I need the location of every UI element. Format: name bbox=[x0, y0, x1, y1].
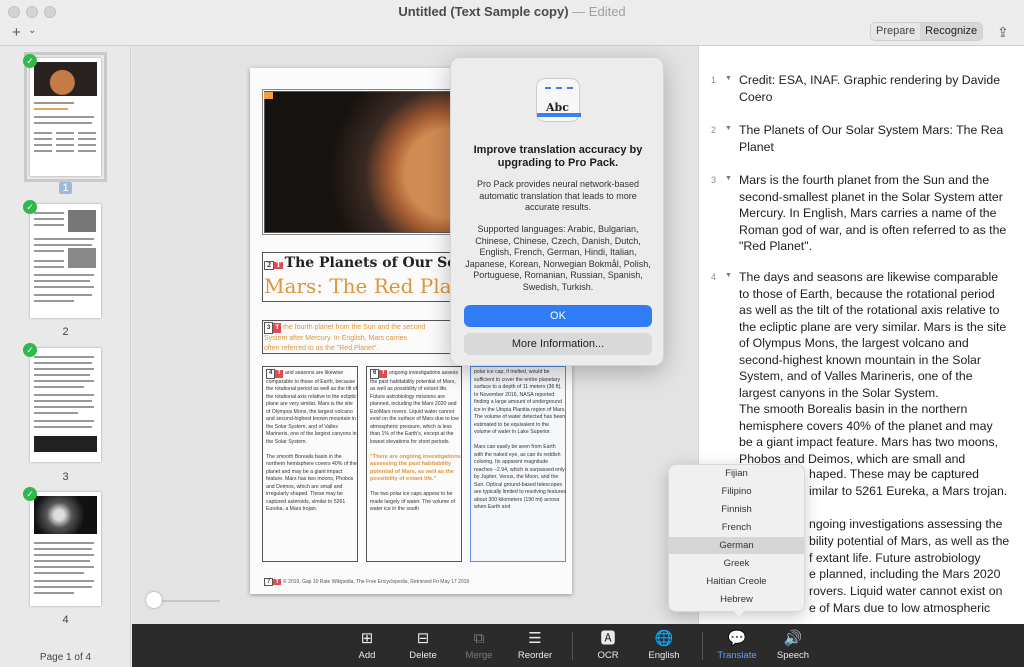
paragraph-text[interactable]: The days and seasons are likewise compar… bbox=[739, 269, 1007, 467]
ocr-label: OCR bbox=[597, 650, 619, 661]
disclosure-triangle-icon[interactable]: ▼ bbox=[725, 272, 732, 279]
paragraph-text-partial[interactable]: imilar to 5261 Eureka, a Mars trojan. bbox=[809, 483, 1009, 500]
recognized-check-icon: ✓ bbox=[23, 200, 37, 214]
page-number-2: 2 bbox=[62, 326, 69, 338]
menu-arrow bbox=[732, 609, 746, 617]
doc-column-1: 4 Tand seasons are likewise comparable to… bbox=[266, 369, 358, 512]
translate-label: Translate bbox=[717, 650, 757, 661]
paragraph-text-partial[interactable]: haped. These may be captured bbox=[809, 466, 1009, 483]
recognized-check-icon: ✓ bbox=[23, 54, 37, 68]
paragraph-text-partial[interactable]: e of Mars due to low atmospheric bbox=[809, 600, 1019, 617]
language-option[interactable]: Filipino bbox=[669, 483, 804, 500]
paragraph-number: 2 bbox=[711, 125, 717, 135]
doc-subtitle: Mars: The Red Pla bbox=[264, 274, 452, 298]
tab-recognize[interactable]: Recognize bbox=[920, 23, 983, 40]
page-indicator: Page 1 of 4 bbox=[39, 652, 92, 663]
translate-language-menu: Fijian Filipino Finnish French German Gr… bbox=[668, 464, 805, 612]
ocr-icon: 🅰 bbox=[600, 630, 616, 647]
disclosure-triangle-icon[interactable]: ▼ bbox=[725, 75, 732, 82]
tab-prepare[interactable]: Prepare bbox=[871, 23, 920, 40]
speech-button[interactable]: 🔊 Speech bbox=[763, 624, 823, 667]
mode-segmented-control[interactable]: Prepare Recognize bbox=[870, 22, 984, 41]
upgrade-popover: Abc Improve translation accuracy by upgr… bbox=[450, 57, 664, 366]
merge-icon: ⧉ bbox=[473, 630, 485, 647]
speaker-icon: 🔊 bbox=[783, 630, 803, 647]
paragraph-text-partial[interactable]: f extant life. Future astrobiology bbox=[809, 550, 1019, 567]
zoom-slider-track[interactable] bbox=[160, 600, 220, 602]
translate-button[interactable]: 💬 Translate bbox=[707, 624, 767, 667]
merge-label: Merge bbox=[465, 650, 493, 661]
language-option[interactable]: French bbox=[669, 519, 804, 536]
disclosure-triangle-icon[interactable]: ▼ bbox=[725, 125, 732, 132]
zoom-slider-knob[interactable] bbox=[146, 592, 162, 608]
language-button[interactable]: 🌐 English bbox=[634, 624, 694, 667]
add-icon[interactable]: + bbox=[12, 24, 21, 41]
chevron-down-icon[interactable]: ⌄ bbox=[28, 25, 36, 36]
toolbar-divider bbox=[702, 632, 703, 660]
image-badge-icon bbox=[264, 92, 273, 99]
title-bar: Untitled (Text Sample copy) — Edited + ⌄… bbox=[0, 0, 1024, 46]
paragraph-text-partial[interactable]: rovers. Liquid water cannot exist on bbox=[809, 583, 1019, 600]
paragraph-text-partial[interactable]: e planned, including the Mars 2020 bbox=[809, 566, 1019, 583]
reorder-label: Reorder bbox=[517, 650, 553, 661]
more-information-button[interactable]: More Information... bbox=[464, 333, 652, 355]
paragraph-text[interactable]: Mars is the fourth planet from the Sun a… bbox=[739, 172, 1007, 255]
language-option-selected[interactable]: German bbox=[669, 537, 804, 554]
popover-title: Improve translation accuracy by upgradin… bbox=[473, 144, 643, 169]
language-option[interactable]: Finnish bbox=[669, 501, 804, 518]
ok-button[interactable]: OK bbox=[464, 305, 652, 327]
share-icon[interactable]: ⇪ bbox=[997, 24, 1009, 41]
page-thumbnail-1[interactable] bbox=[24, 52, 107, 182]
page-sidebar: ✓ 1 ✓ 2 ✓ 3 ✓ 4 bbox=[0, 46, 131, 667]
add-button[interactable]: ⊞ Add bbox=[337, 624, 397, 667]
toolbar-divider bbox=[572, 632, 573, 660]
popover-body: Pro Pack provides neural network-based a… bbox=[476, 179, 640, 212]
supported-languages: Supported languages: Arabic, Bulgarian, … bbox=[465, 224, 651, 292]
delete-button[interactable]: ⊟ Delete bbox=[393, 624, 453, 667]
disclosure-triangle-icon[interactable]: ▼ bbox=[725, 175, 732, 182]
ocr-button[interactable]: 🅰 OCR bbox=[578, 624, 638, 667]
page-number-3: 3 bbox=[62, 471, 69, 483]
language-label: English bbox=[648, 650, 680, 661]
app-icon: Abc bbox=[536, 78, 581, 122]
delete-region-icon: ⊟ bbox=[416, 630, 430, 647]
globe-icon: 🌐 bbox=[654, 630, 674, 647]
delete-label: Delete bbox=[409, 650, 437, 661]
language-option[interactable]: Greek bbox=[669, 555, 804, 572]
doc-footer: 7 T © 2019, Gap 10 Rate Wikipedia, The Fre… bbox=[264, 578, 469, 586]
translate-bubble-icon: 💬 bbox=[727, 630, 747, 647]
page-thumbnail-3[interactable] bbox=[30, 348, 101, 462]
language-option[interactable]: Hebrew bbox=[669, 591, 804, 608]
paragraph-number: 3 bbox=[711, 175, 717, 185]
window-title: Untitled (Text Sample copy) — Edited bbox=[398, 4, 626, 19]
add-region-icon: ⊞ bbox=[360, 630, 374, 647]
recognized-check-icon: ✓ bbox=[23, 487, 37, 501]
page-thumbnail-4[interactable] bbox=[30, 492, 101, 606]
paragraph-text[interactable]: Credit: ESA, INAF. Graphic rendering by … bbox=[739, 72, 1007, 105]
merge-button[interactable]: ⧉ Merge bbox=[449, 624, 509, 667]
language-option[interactable]: Haitian Creole bbox=[669, 573, 804, 590]
language-option[interactable]: Fijian bbox=[669, 465, 804, 482]
page-thumbnail-2[interactable] bbox=[30, 204, 101, 318]
page-number-1: 1 bbox=[0, 182, 131, 194]
paragraph-text-partial[interactable]: ngoing investigations assessing the bbox=[809, 516, 1019, 533]
add-label: Add bbox=[358, 650, 376, 661]
page-number-4: 4 bbox=[62, 614, 69, 626]
bottom-toolbar: ⊞ Add ⊟ Delete ⧉ Merge ☰ Reorder 🅰 OCR 🌐… bbox=[132, 624, 1024, 667]
doc-column-2: 6 Tongoing investigations assess the past… bbox=[370, 369, 461, 512]
reorder-icon: ☰ bbox=[528, 630, 542, 647]
recognized-check-icon: ✓ bbox=[23, 343, 37, 357]
paragraph-number: 4 bbox=[711, 272, 717, 282]
paragraph-number: 1 bbox=[711, 75, 717, 85]
speech-label: Speech bbox=[776, 650, 810, 661]
doc-column-3: polar ice cap, if melted, would be suffi… bbox=[474, 369, 566, 510]
reorder-button[interactable]: ☰ Reorder bbox=[505, 624, 565, 667]
paragraph-text[interactable]: The Planets of Our Solar System Mars: Th… bbox=[739, 122, 1007, 155]
paragraph-text-partial[interactable]: bility potential of Mars, as well as the bbox=[809, 533, 1019, 550]
